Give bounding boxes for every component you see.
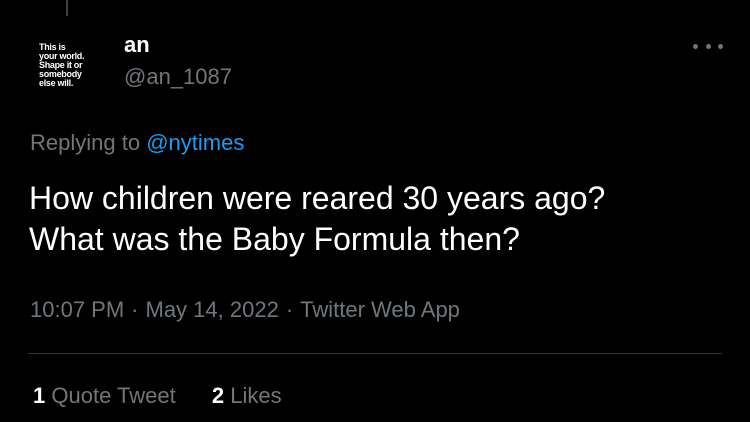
- author-display-name[interactable]: an: [124, 32, 150, 58]
- replying-prefix: Replying to: [30, 130, 141, 155]
- replying-to-line: Replying to @nytimes: [30, 130, 244, 156]
- more-horizontal-icon[interactable]: [693, 38, 723, 54]
- tweet-text-line: How children were reared 30 years ago?: [29, 180, 606, 216]
- tweet-text-line: What was the Baby Formula then?: [29, 221, 520, 257]
- more-dot: [718, 43, 723, 49]
- divider: [28, 353, 722, 354]
- tweet-metadata: 10:07 PM · May 14, 2022 · Twitter Web App: [30, 297, 460, 323]
- separator-dot: ·: [131, 297, 139, 322]
- separator-dot: ·: [285, 297, 294, 322]
- likes-label: Likes: [230, 383, 282, 408]
- more-dot: [693, 43, 698, 49]
- tweet-stats: 1 Quote Tweet 2 Likes: [33, 383, 312, 409]
- replying-to-link[interactable]: @nytimes: [146, 130, 244, 155]
- tweet-text: How children were reared 30 years ago? W…: [29, 178, 729, 260]
- author-handle[interactable]: @an_1087: [124, 64, 232, 90]
- thread-connector-line: [66, 0, 68, 16]
- quote-tweets-stat[interactable]: 1 Quote Tweet: [33, 383, 176, 409]
- quote-tweets-label: Quote Tweet: [51, 383, 176, 408]
- tweet-time[interactable]: 10:07 PM: [30, 297, 124, 322]
- quote-tweets-count: 1: [33, 383, 46, 408]
- more-dot: [705, 43, 711, 49]
- avatar[interactable]: This is your world. Shape it or somebody…: [27, 25, 107, 105]
- tweet-source[interactable]: Twitter Web App: [300, 297, 460, 322]
- likes-count: 2: [211, 383, 225, 408]
- tweet-date[interactable]: May 14, 2022: [146, 297, 279, 322]
- avatar-text: This is your world. Shape it or somebody…: [39, 41, 85, 88]
- likes-stat[interactable]: 2 Likes: [212, 383, 282, 409]
